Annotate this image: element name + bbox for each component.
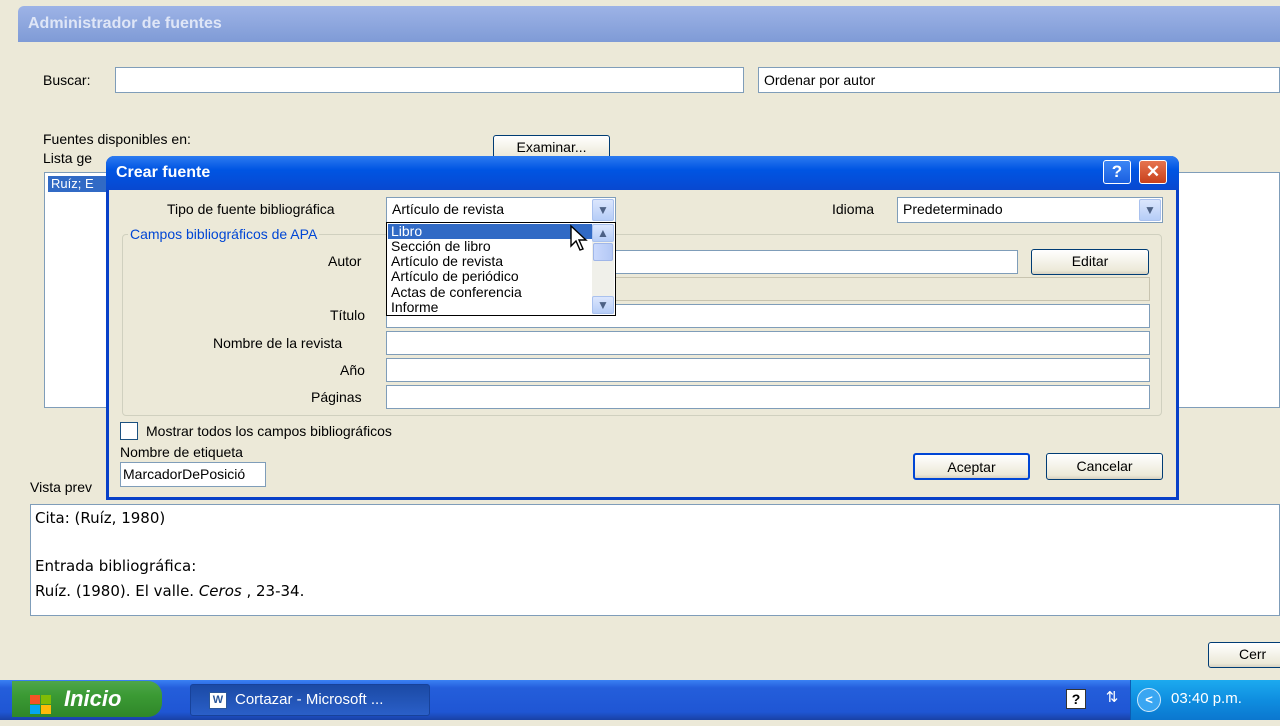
language-value: Predeterminado bbox=[903, 201, 1003, 217]
chevron-down-icon[interactable]: ▼ bbox=[592, 199, 614, 221]
search-input[interactable] bbox=[115, 67, 744, 93]
language-select[interactable]: Predeterminado ▼ bbox=[897, 197, 1163, 223]
search-label: Buscar: bbox=[43, 72, 91, 88]
show-all-label: Mostrar todos los campos bibliográficos bbox=[146, 423, 392, 439]
preview-label: Vista prev bbox=[30, 479, 92, 495]
dropdown-option[interactable]: Informe bbox=[391, 300, 438, 315]
master-list[interactable]: Ruíz; E bbox=[44, 172, 114, 408]
preview-entry: Ruíz. (1980). El valle. Ceros , 23-34. bbox=[35, 582, 305, 600]
taskbar-task-label: Cortazar - Microsoft ... bbox=[235, 691, 384, 708]
tag-name-label: Nombre de etiqueta bbox=[120, 444, 243, 460]
chevron-down-icon[interactable]: ▼ bbox=[1139, 199, 1161, 221]
chevron-left-icon[interactable]: < bbox=[1137, 688, 1161, 712]
preview-box: Cita: (Ruíz, 1980) Entrada bibliográfica… bbox=[30, 504, 1280, 616]
help-tray-icon[interactable]: ? bbox=[1066, 689, 1086, 709]
dropdown-option[interactable]: Artículo de revista bbox=[391, 254, 503, 269]
start-button[interactable]: Inicio bbox=[12, 681, 162, 717]
preview-cita: Cita: (Ruíz, 1980) bbox=[35, 509, 166, 527]
show-all-checkbox[interactable] bbox=[120, 422, 138, 440]
system-tray: < 03:40 p.m. bbox=[1130, 680, 1280, 720]
dropdown-option[interactable]: Artículo de periódico bbox=[391, 269, 519, 284]
taskbar-word-window[interactable]: W Cortazar - Microsoft ... bbox=[190, 684, 430, 716]
year-input[interactable] bbox=[386, 358, 1150, 382]
scroll-down-icon[interactable]: ▼ bbox=[592, 296, 614, 314]
tag-name-input[interactable]: MarcadorDePosició bbox=[120, 462, 266, 487]
year-label: Año bbox=[340, 362, 365, 378]
scroll-up-icon[interactable]: ▲ bbox=[592, 224, 614, 242]
edit-author-button[interactable]: Editar bbox=[1031, 249, 1149, 275]
cancel-button[interactable]: Cancelar bbox=[1046, 453, 1163, 480]
accept-button[interactable]: Aceptar bbox=[913, 453, 1030, 480]
source-manager-title: Administrador de fuentes bbox=[18, 6, 1280, 42]
clock: 03:40 p.m. bbox=[1171, 690, 1242, 707]
pages-label: Páginas bbox=[311, 389, 362, 405]
close-icon[interactable]: ✕ bbox=[1139, 160, 1167, 184]
dropdown-option[interactable]: Sección de libro bbox=[391, 239, 491, 254]
source-type-value: Artículo de revista bbox=[392, 201, 505, 217]
dropdown-scrollbar[interactable]: ▲ ▼ bbox=[592, 224, 614, 314]
source-type-select[interactable]: Artículo de revista ▼ bbox=[386, 197, 616, 223]
start-label: Inicio bbox=[64, 686, 122, 711]
current-list[interactable] bbox=[1164, 172, 1280, 408]
dropdown-option[interactable]: Actas de conferencia bbox=[391, 285, 522, 300]
journal-name-label: Nombre de la revista bbox=[213, 335, 343, 351]
help-icon[interactable]: ? bbox=[1103, 160, 1131, 184]
journal-name-input[interactable] bbox=[386, 331, 1150, 355]
list-item[interactable]: Ruíz; E bbox=[48, 176, 113, 192]
author-label: Autor bbox=[328, 253, 362, 269]
mouse-cursor-icon bbox=[570, 224, 588, 251]
network-tray-icon[interactable]: ⇅ bbox=[1103, 688, 1121, 710]
source-type-label: Tipo de fuente bibliográfica bbox=[167, 201, 335, 217]
preview-entry-label: Entrada bibliográfica: bbox=[35, 557, 197, 575]
available-sources-label: Fuentes disponibles en: bbox=[43, 131, 191, 147]
sort-select[interactable]: Ordenar por autor bbox=[758, 67, 1280, 93]
master-list-label: Lista ge bbox=[43, 150, 93, 166]
pages-input[interactable] bbox=[386, 385, 1150, 409]
apa-fields-label: Campos bibliográficos de APA bbox=[128, 226, 320, 242]
create-source-title: Crear fuente bbox=[106, 156, 1179, 190]
dropdown-option[interactable]: Libro bbox=[391, 224, 422, 239]
word-document-icon: W bbox=[209, 692, 227, 709]
scroll-thumb[interactable] bbox=[593, 243, 613, 261]
windows-logo-icon bbox=[30, 690, 52, 714]
title-label: Título bbox=[330, 307, 366, 323]
language-label: Idioma bbox=[832, 201, 875, 217]
close-manager-button[interactable]: Cerr bbox=[1208, 642, 1280, 668]
